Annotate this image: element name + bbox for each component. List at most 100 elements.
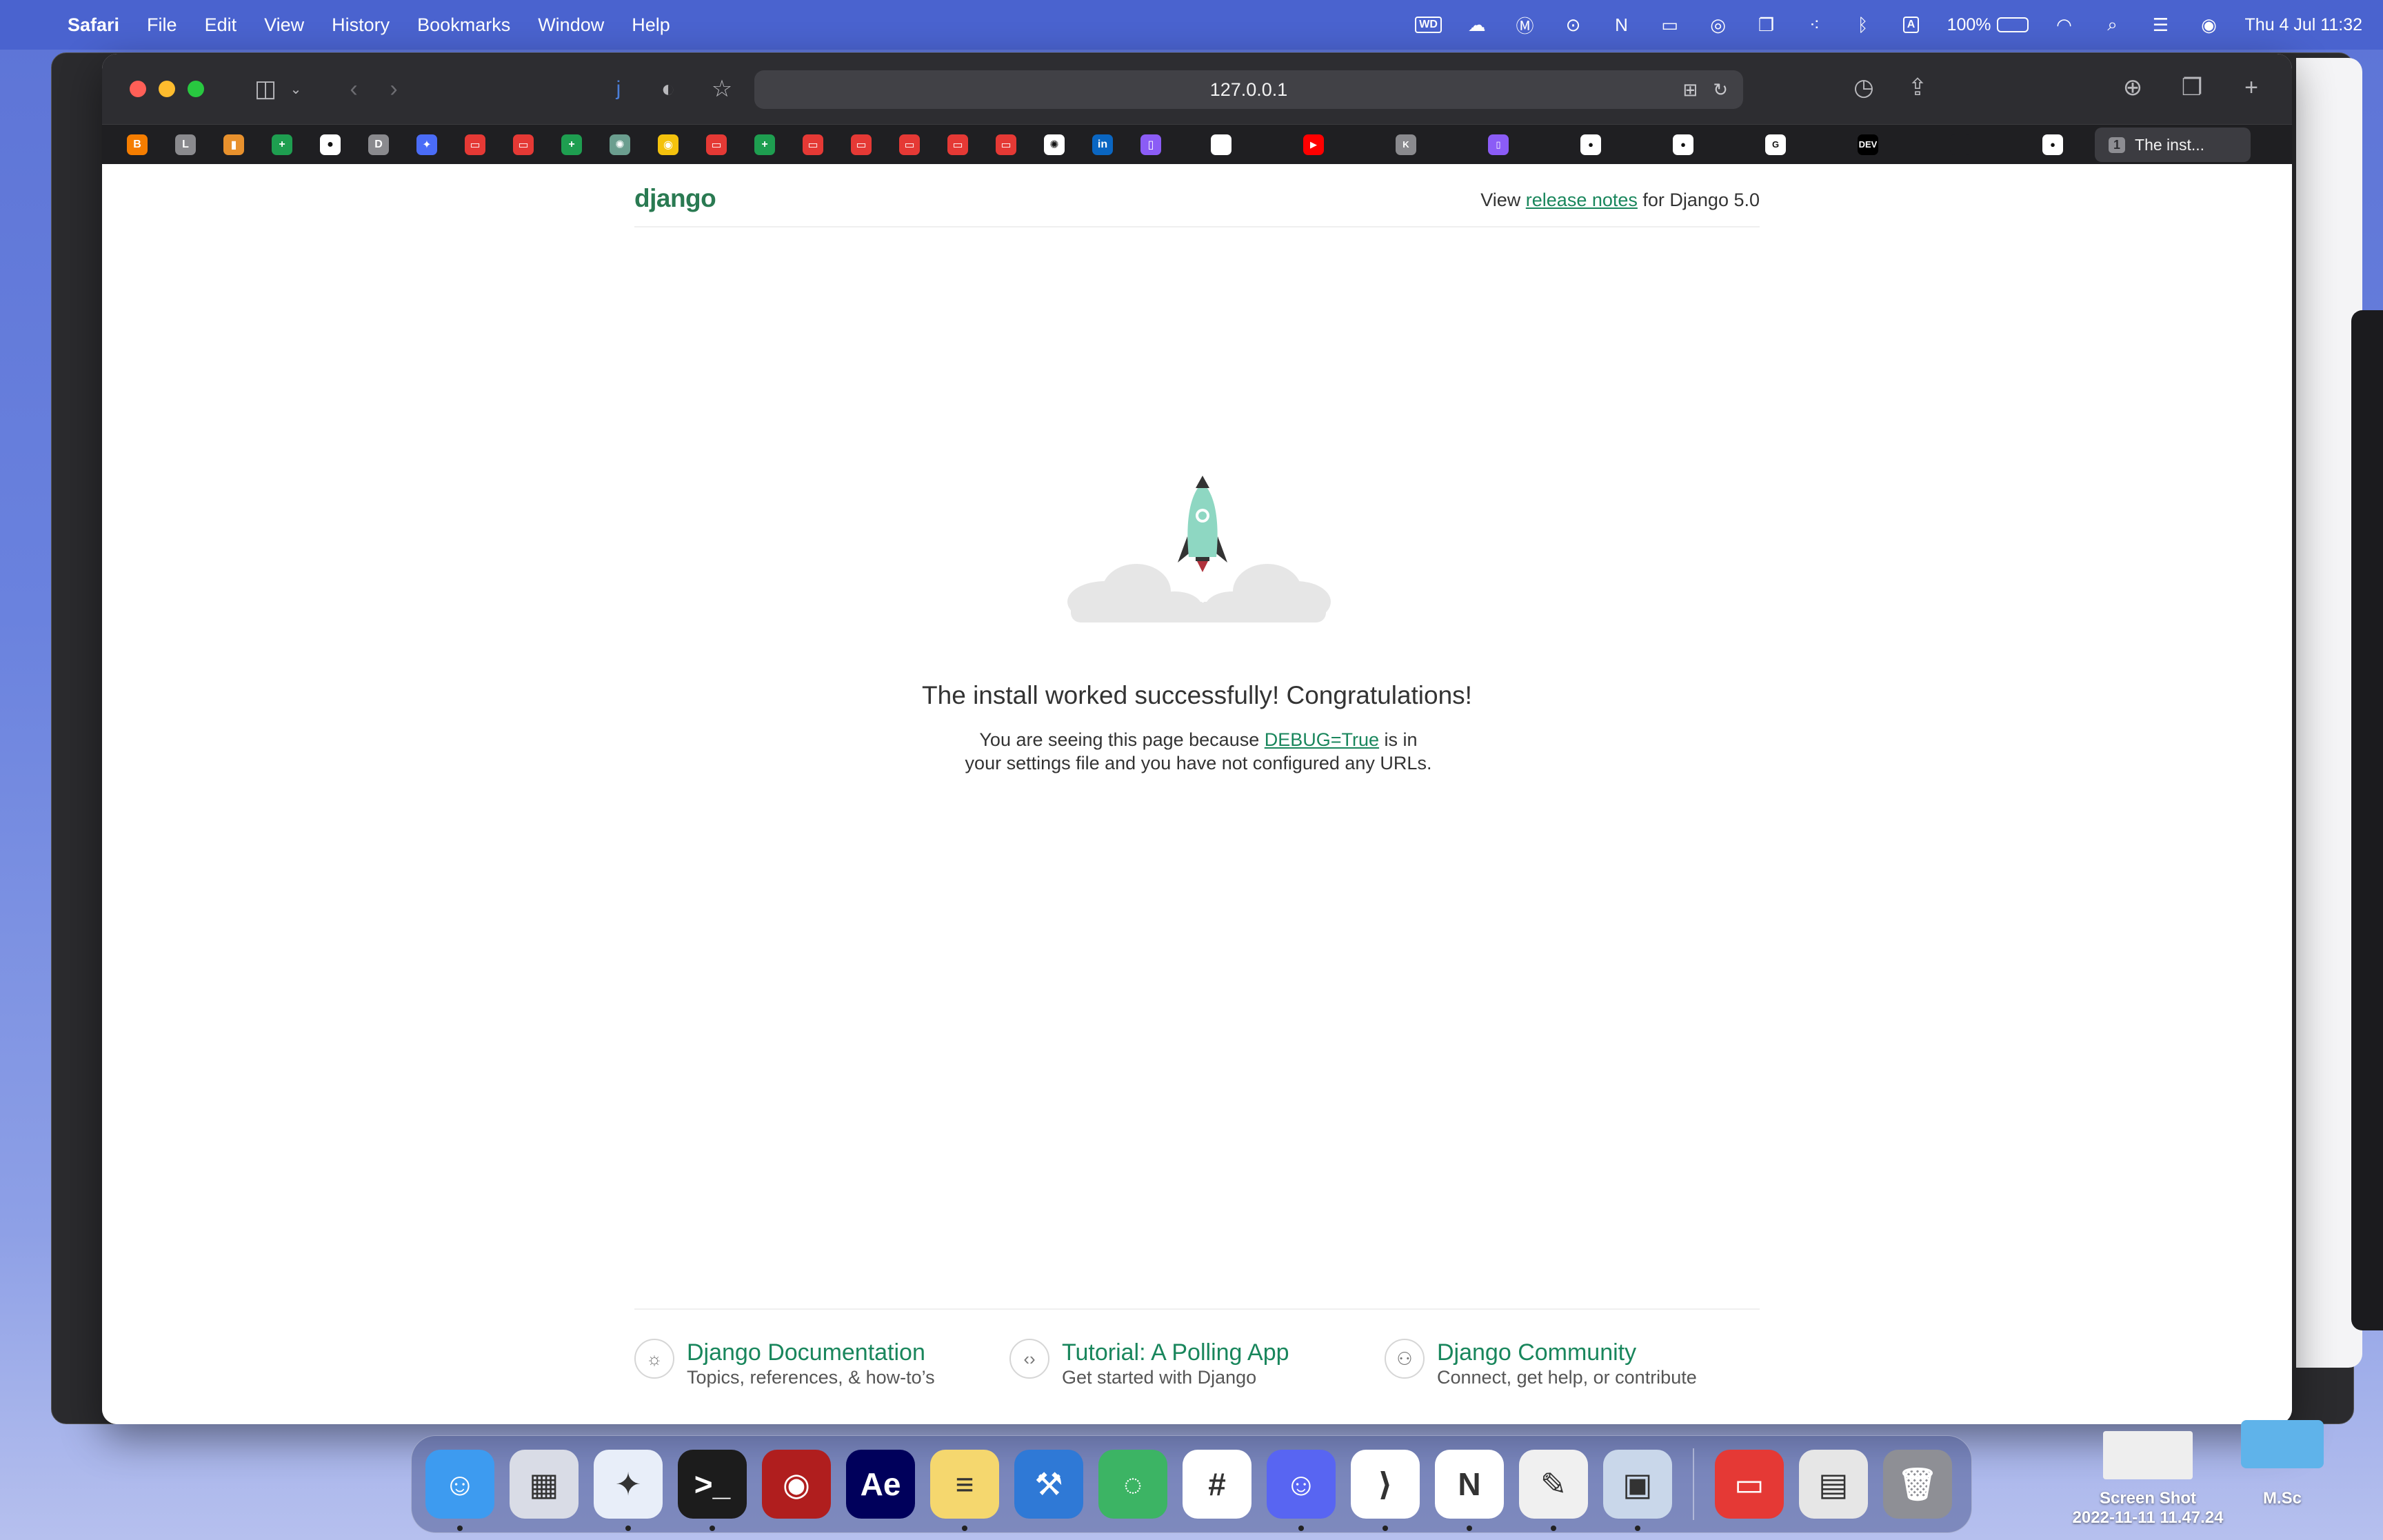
pinned-tab-sheets[interactable]: + [272,134,292,155]
pinned-tab-books[interactable]: ▮ [223,134,244,155]
pinned-tab-d-site[interactable]: D [368,134,389,155]
bluetooth-icon[interactable]: ᛒ [1851,14,1876,35]
release-notes-link[interactable]: release notes [1526,190,1638,210]
vpn-icon[interactable]: ⊙ [1561,14,1586,35]
pinned-tab-sheets-3[interactable]: + [754,134,775,155]
dock-safari-icon[interactable]: ✦ [594,1450,663,1531]
dock-vscode-icon[interactable]: ⟩ [1351,1450,1420,1531]
window-icon[interactable]: ❐ [1754,14,1779,35]
screenshot-file[interactable]: Screen Shot 2022-11-11 11.47.24 [2055,1489,2241,1528]
dock-terminal-icon[interactable]: >_ [678,1450,747,1531]
menu-file[interactable]: File [147,14,177,36]
menu-app-name[interactable]: Safari [68,14,119,36]
cloud-sync-icon[interactable]: ☁ [1465,14,1489,35]
keyboard-input-icon[interactable]: A [1899,15,1924,34]
tab-github-3[interactable]: ● [2042,134,2063,155]
m-app-icon[interactable]: Ⓜ [1513,15,1538,37]
chevron-down-icon[interactable]: ⌄ [285,72,306,106]
docs-link-title[interactable]: Django Documentation [687,1339,935,1366]
tab-proton-2[interactable]: ▯ [1488,134,1509,155]
dock-stickies-icon[interactable]: ≡ [930,1450,999,1531]
dock-xcode-icon[interactable]: ⚒ [1014,1450,1083,1519]
docs-link[interactable]: ☼ Django Documentation Topics, reference… [634,1310,1009,1405]
downloads-icon[interactable]: ⊕ [2113,70,2153,105]
j-extension-icon[interactable]: j [599,72,639,106]
siri-icon[interactable]: ◉ [2197,14,2222,35]
folder-icon[interactable] [2241,1420,2324,1468]
dock-textedit-icon[interactable]: ✎ [1519,1450,1588,1531]
pinned-tab-chrome[interactable]: ◉ [658,134,678,155]
address-bar[interactable]: 127.0.0.1 ⊞ ↻ [754,70,1743,109]
tab-github-1[interactable]: ● [1580,134,1601,155]
pinned-tab-bus-6[interactable]: ▭ [899,134,920,155]
tab-google[interactable]: G [1765,134,1786,155]
wifi-icon[interactable]: ◠ [2052,14,2077,35]
spotlight-search-icon[interactable]: ⌕ [2100,14,2125,34]
pinned-tab-proton[interactable]: ▯ [1140,134,1161,155]
address-text[interactable]: 127.0.0.1 [1210,79,1288,101]
tab-youtube[interactable]: ▶ [1303,134,1324,155]
dock-launchpad-icon[interactable]: ▦ [510,1450,579,1519]
dock-discord-icon[interactable]: ☺ [1267,1450,1336,1531]
reload-icon[interactable]: ↻ [1713,79,1728,101]
tutorial-link-title[interactable]: Tutorial: A Polling App [1062,1339,1289,1366]
pinned-tab-openai[interactable]: ✺ [1044,134,1065,155]
tab-dev[interactable]: DEV [1858,134,1878,155]
dock-trash-icon[interactable]: 🗑 [1883,1450,1952,1519]
close-window-button[interactable] [130,81,146,97]
pinned-tab-bus-5[interactable]: ▭ [851,134,872,155]
pinned-tab-bus-2[interactable]: ▭ [513,134,534,155]
forward-button[interactable]: › [374,72,414,106]
dock-bus-app-icon[interactable]: ▭ [1715,1450,1784,1519]
menu-edit[interactable]: Edit [205,14,237,36]
zoom-window-button[interactable] [188,81,204,97]
tab-overview-icon[interactable]: ❐ [2172,70,2212,105]
menu-window[interactable]: Window [538,14,604,36]
active-tab[interactable]: 1 The inst... [2095,128,2251,162]
bookmark-star-icon[interactable]: ☆ [702,72,742,106]
menu-help[interactable]: Help [632,14,670,36]
pinned-tab-gemini[interactable]: ✦ [416,134,437,155]
dock-radar-icon[interactable]: ◉ [762,1450,831,1519]
tab-k-site[interactable]: K [1396,134,1416,155]
clock[interactable]: Thu 4 Jul 11:32 [2245,15,2362,35]
airdrop-icon[interactable]: ◎ [1706,14,1731,35]
pinned-tab-blogger[interactable]: B [127,134,148,155]
pinned-tab-bus-1[interactable]: ▭ [465,134,485,155]
dock-finder-icon[interactable]: ☺ [425,1450,494,1531]
screenshot-thumbnail[interactable] [2103,1431,2193,1479]
pinned-tab-l-site[interactable]: L [175,134,196,155]
notion-status-icon[interactable]: N [1609,14,1634,35]
tab-github-2[interactable]: ● [1673,134,1693,155]
community-link-title[interactable]: Django Community [1437,1339,1697,1366]
battery-indicator[interactable]: 100% [1947,15,2029,35]
tab-blank[interactable] [1211,134,1231,155]
back-button[interactable]: ‹ [334,72,374,106]
pinned-tab-bus-8[interactable]: ▭ [996,134,1016,155]
menu-view[interactable]: View [264,14,304,36]
dock-document-stack-icon[interactable]: ▤ [1799,1450,1868,1519]
pinned-tab-sheets-2[interactable]: + [561,134,582,155]
django-logo[interactable]: django [634,184,716,213]
menu-history[interactable]: History [332,14,390,36]
tutorial-link[interactable]: ‹› Tutorial: A Polling App Get started w… [1009,1310,1385,1405]
menu-bookmarks[interactable]: Bookmarks [417,14,510,36]
pinned-tab-bus-3[interactable]: ▭ [706,134,727,155]
sidebar-toggle-icon[interactable]: ◫ [245,72,285,106]
folder-label[interactable]: M.Sc [2241,1489,2324,1508]
dock-slack-icon[interactable]: # [1183,1450,1251,1519]
dock-preview-icon[interactable]: ▣ [1603,1450,1672,1531]
dock-notion-icon[interactable]: N [1435,1450,1504,1531]
community-link[interactable]: ⚇ Django Community Connect, get help, or… [1385,1310,1760,1405]
pinned-tab-bus-7[interactable]: ▭ [947,134,968,155]
pinned-tab-circle[interactable]: ● [320,134,341,155]
privacy-shield-icon[interactable]: ◐ [648,72,688,106]
minimize-window-button[interactable] [159,81,175,97]
display-icon[interactable]: ▭ [1658,14,1682,35]
pinned-tab-chatgpt[interactable]: ✺ [610,134,630,155]
pinned-tab-bus-4[interactable]: ▭ [803,134,823,155]
history-clock-icon[interactable]: ◷ [1844,70,1884,105]
control-center-icon[interactable]: ☰ [2149,14,2173,35]
wd-drive-icon[interactable]: WD [1415,15,1442,34]
new-tab-icon[interactable]: + [2231,70,2271,105]
